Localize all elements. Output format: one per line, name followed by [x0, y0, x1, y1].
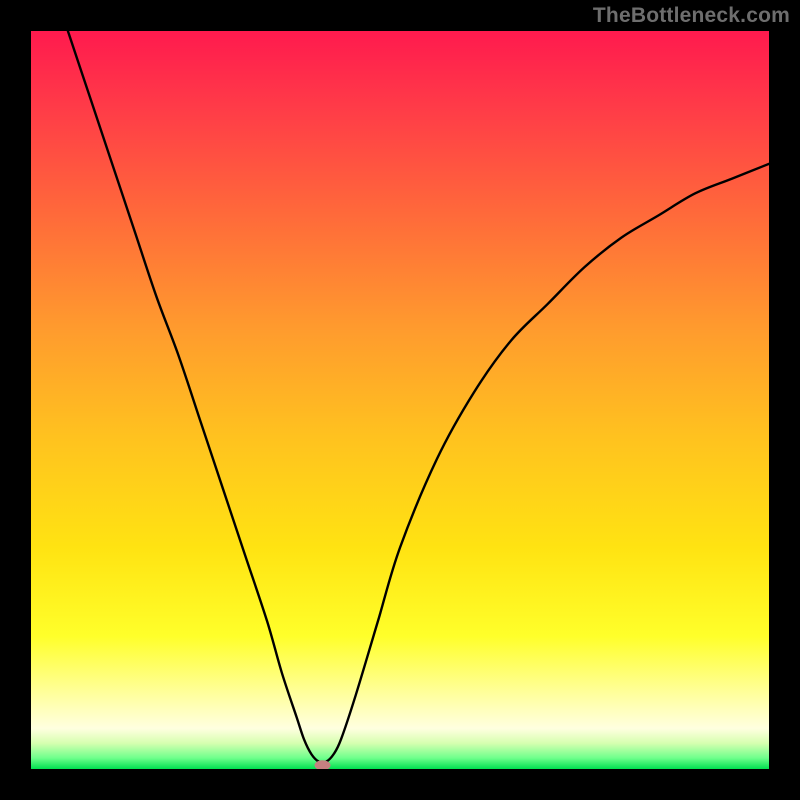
bottleneck-chart: [31, 31, 769, 769]
watermark-text: TheBottleneck.com: [593, 4, 790, 28]
gradient-background: [31, 31, 769, 769]
outer-frame: TheBottleneck.com: [0, 0, 800, 800]
